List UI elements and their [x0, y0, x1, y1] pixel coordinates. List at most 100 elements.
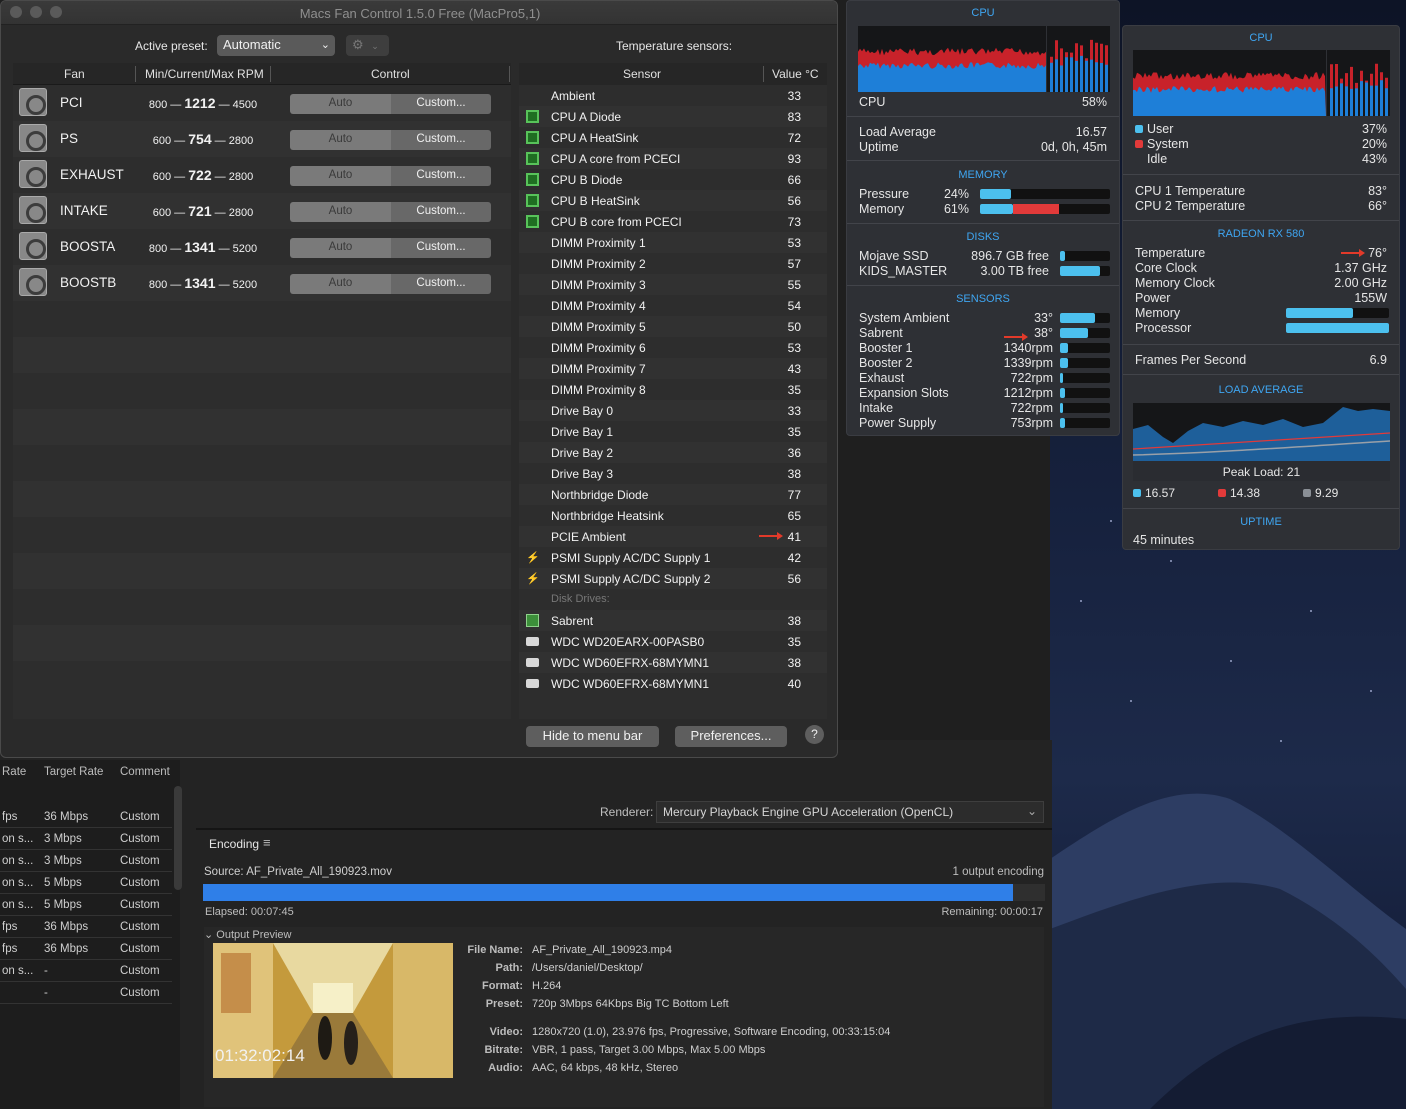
sensor-row[interactable]: DIMM Proximity 1 53	[519, 232, 827, 253]
gpu-row: Memory Clock 2.00 GHz	[1135, 276, 1387, 291]
sensor-row[interactable]: Drive Bay 3 38	[519, 463, 827, 484]
queue-row[interactable]: on s... 3 Mbps Custom	[0, 828, 172, 850]
uptime-section-title: UPTIME	[1240, 516, 1282, 528]
custom-button[interactable]: Custom...	[391, 166, 491, 186]
hamburger-menu-icon[interactable]: ≡	[263, 835, 271, 850]
sensor-row[interactable]: Ambient 33	[519, 85, 827, 106]
custom-button[interactable]: Custom...	[391, 274, 491, 294]
output-preview-toggle[interactable]: ⌄ Output Preview	[204, 928, 291, 941]
sensor-row[interactable]: Drive Bay 2 36	[519, 442, 827, 463]
queue-row[interactable]: - Custom	[0, 982, 172, 1004]
gpu-usage-fill	[1286, 323, 1389, 333]
col-sensor[interactable]: Sensor	[623, 67, 661, 81]
col-value[interactable]: Value °C	[772, 67, 819, 81]
queue-row[interactable]: on s... 5 Mbps Custom	[0, 872, 172, 894]
queue-row[interactable]: on s... - Custom	[0, 960, 172, 982]
star	[1130, 700, 1132, 702]
custom-button[interactable]: Custom...	[391, 238, 491, 258]
sensor-row[interactable]: DIMM Proximity 2 57	[519, 253, 827, 274]
fan-name: BOOSTA	[60, 239, 116, 254]
sensor-row[interactable]: Drive Bay 1 35	[519, 421, 827, 442]
queue-row[interactable]: fps 36 Mbps Custom	[0, 806, 172, 828]
info-value: 1280x720 (1.0), 23.976 fps, Progressive,…	[532, 1026, 891, 1038]
queue-row[interactable]: on s... 5 Mbps Custom	[0, 894, 172, 916]
sensor-row[interactable]: DIMM Proximity 8 35	[519, 379, 827, 400]
fan-row[interactable]: BOOSTA 800 — 1341 — 5200 Auto Custom...	[13, 229, 511, 265]
sensor-row[interactable]: Northbridge Heatsink 65	[519, 505, 827, 526]
fan-row[interactable]: PS 600 — 754 — 2800 Auto Custom...	[13, 121, 511, 157]
fan-row[interactable]: PCI 800 — 1212 — 4500 Auto Custom...	[13, 85, 511, 121]
arrow-right-icon	[1341, 249, 1365, 257]
fan-name: INTAKE	[60, 203, 108, 218]
col-rpm[interactable]: Min/Current/Max RPM	[145, 67, 264, 81]
sensor-row[interactable]: Sabrent 38	[519, 610, 827, 631]
fan-icon	[19, 88, 47, 116]
queue-row[interactable]: on s... 3 Mbps Custom	[0, 850, 172, 872]
rpm-max: 2800	[228, 135, 254, 147]
sensor-row[interactable]: CPU A HeatSink 72	[519, 127, 827, 148]
col-rate[interactable]: Rate	[2, 766, 26, 782]
sensor-value: 42	[787, 551, 801, 565]
cpu-usage-value: 58%	[1081, 95, 1107, 109]
pressure-label: Pressure	[859, 187, 910, 201]
hide-to-menu-bar-button[interactable]: Hide to menu bar	[526, 726, 659, 747]
custom-button[interactable]: Custom...	[391, 202, 491, 222]
renderer-select[interactable]: Mercury Playback Engine GPU Acceleration…	[656, 801, 1044, 823]
sensor-row[interactable]: DIMM Proximity 3 55	[519, 274, 827, 295]
col-target-rate[interactable]: Target Rate	[44, 766, 103, 782]
custom-button[interactable]: Custom...	[391, 94, 491, 114]
fan-row[interactable]: BOOSTB 800 — 1341 — 5200 Auto Custom...	[13, 265, 511, 301]
sensor-row[interactable]: WDC WD60EFRX-68MYMN1 38	[519, 652, 827, 673]
sensor-row[interactable]: PCIE Ambient 41	[519, 526, 827, 547]
sensor-row[interactable]: Northbridge Diode 77	[519, 484, 827, 505]
disk-usage-bar	[1060, 251, 1110, 261]
chip-icon	[526, 110, 539, 123]
system-value: 20%	[1361, 137, 1387, 151]
sensor-row[interactable]: WDC WD60EFRX-68MYMN1 40	[519, 673, 827, 694]
sensor-value: 722rpm	[1010, 371, 1053, 385]
sensor-row[interactable]: CPU B Diode 66	[519, 169, 827, 190]
auto-button[interactable]: Auto	[290, 274, 391, 294]
sensor-row[interactable]: CPU B core from PCECI 73	[519, 211, 827, 232]
sensor-row[interactable]: DIMM Proximity 4 54	[519, 295, 827, 316]
auto-button[interactable]: Auto	[290, 202, 391, 222]
sensor-row[interactable]: CPU B HeatSink 56	[519, 190, 827, 211]
sensor-row[interactable]: Drive Bay 0 33	[519, 400, 827, 421]
auto-button[interactable]: Auto	[290, 238, 391, 258]
fan-table-header: Fan Min/Current/Max RPM Control	[13, 63, 511, 85]
sensor-value: 54	[787, 299, 801, 313]
auto-button[interactable]: Auto	[290, 130, 391, 150]
col-comment[interactable]: Comment	[120, 766, 170, 782]
sensor-row[interactable]: CPU A Diode 83	[519, 106, 827, 127]
sensor-row[interactable]: ⚡ PSMI Supply AC/DC Supply 1 42	[519, 547, 827, 568]
sensor-row[interactable]: Disk Drives:	[519, 589, 827, 610]
sensor-name: CPU B Diode	[551, 173, 623, 187]
queue-row[interactable]: fps 36 Mbps Custom	[0, 938, 172, 960]
info-key: Bitrate:	[484, 1044, 523, 1056]
col-control[interactable]: Control	[371, 67, 410, 81]
rpm-max: 4500	[232, 99, 258, 111]
preset-select[interactable]: Automatic ⌄	[217, 35, 335, 56]
queue-row[interactable]: fps 36 Mbps Custom	[0, 916, 172, 938]
sensor-row[interactable]: DIMM Proximity 7 43	[519, 358, 827, 379]
sensor-row[interactable]: DIMM Proximity 6 53	[519, 337, 827, 358]
fan-row[interactable]: EXHAUST 600 — 722 — 2800 Auto Custom...	[13, 157, 511, 193]
sensor-row[interactable]: DIMM Proximity 5 50	[519, 316, 827, 337]
sensor-value: 77	[787, 488, 801, 502]
help-button[interactable]: ?	[805, 725, 824, 744]
fan-row[interactable]: INTAKE 600 — 721 — 2800 Auto Custom...	[13, 193, 511, 229]
preset-settings-button[interactable]: ⚙ ⌄	[346, 35, 389, 56]
chip-icon	[526, 194, 539, 207]
auto-button[interactable]: Auto	[290, 94, 391, 114]
sensor-name: DIMM Proximity 7	[551, 362, 646, 376]
preferences-button[interactable]: Preferences...	[675, 726, 787, 747]
cpu-section-title: CPU	[1249, 32, 1273, 44]
auto-button[interactable]: Auto	[290, 166, 391, 186]
sensor-row[interactable]: ⚡ PSMI Supply AC/DC Supply 2 56	[519, 568, 827, 589]
sensor-row[interactable]: CPU A core from PCECI 93	[519, 148, 827, 169]
queue-scrollbar[interactable]	[174, 786, 182, 890]
sensor-row[interactable]: WDC WD20EARX-00PASB0 35	[519, 631, 827, 652]
custom-button[interactable]: Custom...	[391, 130, 491, 150]
column-separator	[763, 66, 764, 82]
col-fan[interactable]: Fan	[64, 67, 85, 81]
